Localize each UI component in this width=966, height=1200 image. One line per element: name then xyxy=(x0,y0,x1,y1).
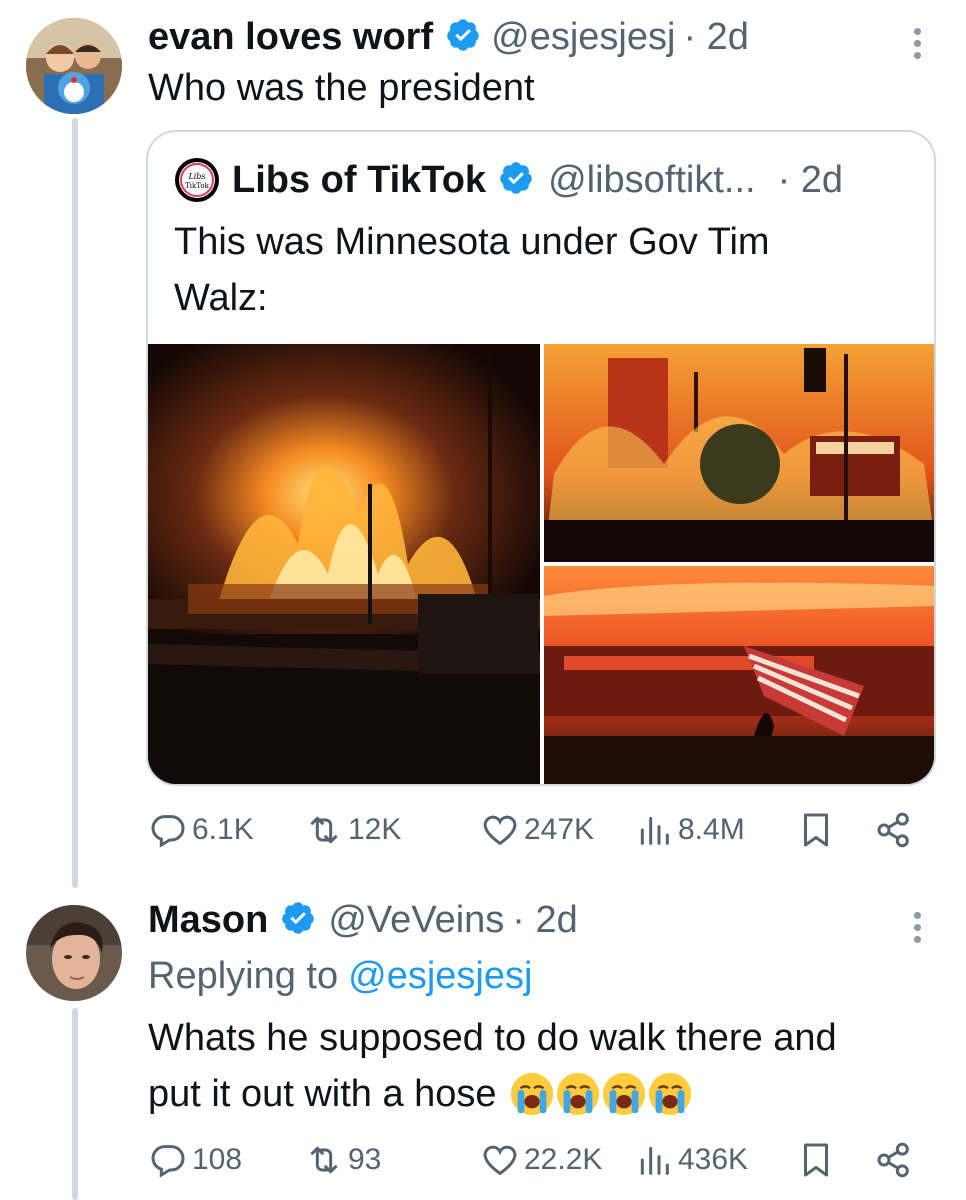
tweet1-time[interactable]: · 2d xyxy=(683,16,748,59)
like-count: 22.2K xyxy=(524,1143,603,1176)
like-count: 247K xyxy=(524,813,595,846)
tweet2-time[interactable]: · 2d xyxy=(512,899,577,942)
fire-photo-bottom-right[interactable] xyxy=(544,566,934,784)
replying-to-prefix: Replying to xyxy=(148,954,339,997)
share-icon xyxy=(877,1142,909,1178)
quote-handle[interactable]: @libsoftikt... xyxy=(548,159,756,202)
thread-line-lower xyxy=(72,1008,78,1200)
tweet2-text-line1: Whats he supposed to do walk there and xyxy=(148,1017,837,1059)
avatar-mason[interactable] xyxy=(26,905,122,1001)
views-count: 436K xyxy=(678,1143,749,1176)
tweet2-actions: 108 93 22.2K 436K xyxy=(148,1140,928,1190)
more-icon[interactable] xyxy=(913,912,923,948)
share-button[interactable] xyxy=(874,810,914,850)
quote-text-line2: Walz: xyxy=(174,277,268,319)
quote-time[interactable]: · 2d xyxy=(778,159,843,202)
quote-display-name[interactable]: Libs of TikTok xyxy=(232,159,486,202)
tweet1-text: Who was the president xyxy=(148,67,535,109)
thread-line-upper xyxy=(72,118,78,888)
tweet1-display-name[interactable]: evan loves worf xyxy=(148,16,433,59)
loudly-crying-face-emoji xyxy=(509,1071,693,1117)
views-button[interactable]: 436K xyxy=(634,1140,748,1180)
reply-icon xyxy=(151,1145,185,1178)
avatar-evan[interactable] xyxy=(26,18,122,114)
reply-count: 6.1K xyxy=(192,813,254,846)
more-icon[interactable] xyxy=(913,28,923,64)
verified-badge-icon xyxy=(498,160,534,201)
bookmark-icon xyxy=(804,1143,828,1177)
fire-photo-large[interactable] xyxy=(148,344,540,784)
quote-text-line1: This was Minnesota under Gov Tim xyxy=(174,221,770,263)
retweet-button[interactable]: 12K xyxy=(304,810,401,850)
tweet2-header: Mason @VeVeins · 2d xyxy=(148,895,578,945)
retweet-icon xyxy=(310,816,338,844)
views-count: 8.4M xyxy=(678,813,745,846)
like-icon xyxy=(483,1145,517,1176)
retweet-icon xyxy=(310,1146,338,1174)
like-icon xyxy=(483,815,517,846)
verified-badge-icon xyxy=(445,17,481,58)
reply-button[interactable]: 108 xyxy=(148,1140,242,1180)
retweet-count: 93 xyxy=(348,1143,382,1176)
svg-text:TikTok: TikTok xyxy=(185,182,209,190)
quote-header: Libs TikTok Libs of TikTok @libsoftikt..… xyxy=(174,156,843,204)
views-icon xyxy=(640,816,669,845)
tweet1-handle[interactable]: @esjesjesj xyxy=(491,16,675,59)
views-icon xyxy=(640,1146,669,1175)
tweet2-text-line2-row: put it out with a hose xyxy=(148,1066,693,1122)
svg-text:Libs: Libs xyxy=(187,172,205,181)
share-icon xyxy=(877,812,909,848)
retweet-count: 12K xyxy=(348,813,402,846)
tweet2-handle[interactable]: @VeVeins xyxy=(328,899,504,942)
quoted-tweet[interactable]: Libs TikTok Libs of TikTok @libsoftikt..… xyxy=(146,130,936,786)
bookmark-button[interactable] xyxy=(798,810,834,850)
reply-button[interactable]: 6.1K xyxy=(148,810,254,850)
reply-count: 108 xyxy=(192,1143,243,1176)
like-button[interactable]: 247K xyxy=(480,810,594,850)
replying-to-link[interactable]: @esjesjesj xyxy=(348,955,532,998)
tweet1-actions: 6.1K 12K 247K 8.4M xyxy=(148,810,928,860)
tweet1-header: evan loves worf @esjesjesj · 2d xyxy=(148,12,749,62)
fire-photo-top-right[interactable] xyxy=(544,344,934,562)
bookmark-icon xyxy=(804,813,828,847)
bookmark-button[interactable] xyxy=(798,1140,834,1180)
replying-to-line: Replying to @esjesjesj xyxy=(148,948,532,1004)
share-button[interactable] xyxy=(874,1140,914,1180)
libs-of-tiktok-logo-icon: Libs TikTok xyxy=(174,157,220,203)
tweet2-display-name[interactable]: Mason xyxy=(148,899,268,942)
retweet-button[interactable]: 93 xyxy=(304,1140,381,1180)
tweet2-text-line2: put it out with a hose xyxy=(148,1073,497,1115)
like-button[interactable]: 22.2K xyxy=(480,1140,602,1180)
views-button[interactable]: 8.4M xyxy=(634,810,745,850)
reply-icon xyxy=(151,815,185,848)
verified-badge-icon xyxy=(280,900,316,941)
